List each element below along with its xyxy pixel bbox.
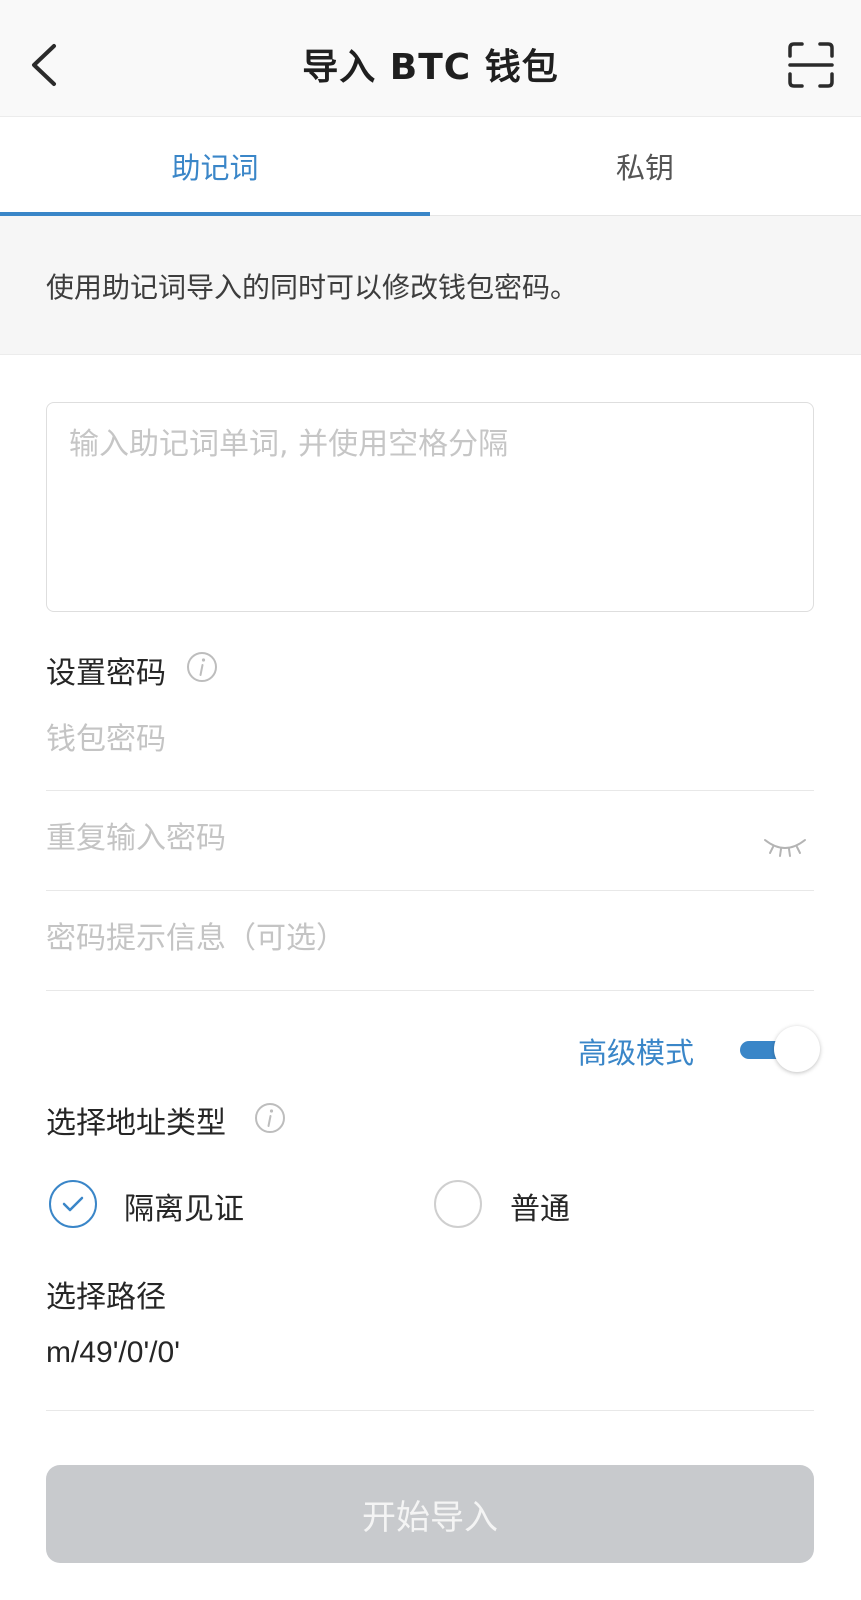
page-title: 导入 BTC 钱包 bbox=[302, 47, 559, 88]
tab-private-key[interactable]: 私钥 bbox=[430, 117, 860, 215]
import-method-tabs: 助记词 私钥 bbox=[0, 117, 861, 216]
divider bbox=[46, 1410, 814, 1411]
tab-mnemonic[interactable]: 助记词 bbox=[0, 117, 430, 215]
divider bbox=[46, 990, 814, 991]
app-header: 导入 BTC 钱包 bbox=[0, 0, 861, 117]
advanced-mode-toggle[interactable] bbox=[740, 1024, 820, 1076]
password-hint-field[interactable] bbox=[46, 914, 814, 962]
info-icon[interactable] bbox=[186, 651, 218, 683]
set-password-label: 设置密码 bbox=[46, 656, 166, 691]
check-icon bbox=[62, 1196, 84, 1212]
wallet-password-field[interactable] bbox=[46, 715, 814, 763]
divider bbox=[46, 890, 814, 891]
divider bbox=[46, 790, 814, 791]
path-label: 选择路径 bbox=[46, 1280, 166, 1315]
notice-banner: 使用助记词导入的同时可以修改钱包密码。 bbox=[0, 216, 861, 355]
repeat-password-field[interactable] bbox=[46, 814, 746, 862]
advanced-mode-label: 高级模式 bbox=[578, 1036, 695, 1070]
derivation-path-value[interactable]: m/49'/0'/0' bbox=[46, 1336, 180, 1370]
radio-normal[interactable] bbox=[434, 1180, 482, 1228]
eye-closed-icon[interactable] bbox=[762, 836, 808, 860]
address-type-label: 选择地址类型 bbox=[46, 1106, 226, 1141]
toggle-knob bbox=[774, 1026, 820, 1072]
info-icon[interactable] bbox=[254, 1102, 286, 1134]
radio-segwit-label[interactable]: 隔离见证 bbox=[124, 1184, 244, 1228]
radio-segwit[interactable] bbox=[49, 1180, 97, 1228]
mnemonic-input[interactable] bbox=[46, 402, 814, 612]
radio-normal-label[interactable]: 普通 bbox=[510, 1184, 570, 1228]
scan-icon[interactable] bbox=[788, 42, 834, 88]
start-import-button[interactable]: 开始导入 bbox=[46, 1465, 814, 1563]
notice-text: 使用助记词导入的同时可以修改钱包密码。 bbox=[46, 271, 579, 304]
